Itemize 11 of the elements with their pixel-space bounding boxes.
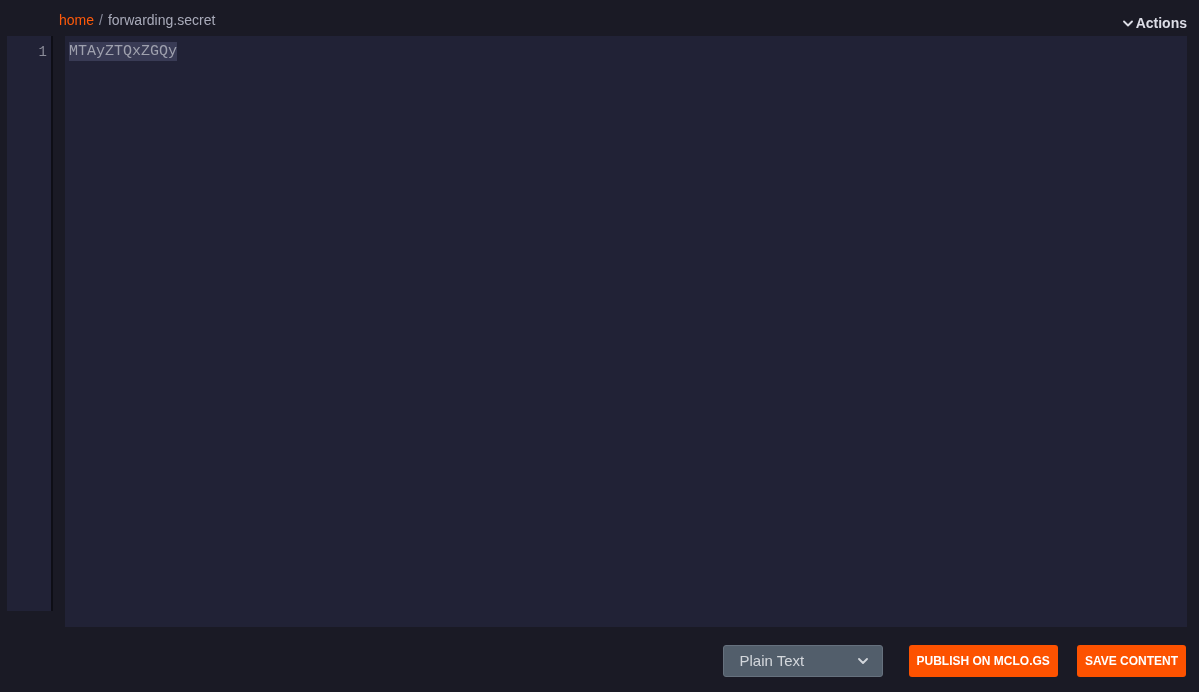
chevron-down-icon (857, 658, 868, 664)
breadcrumb-link[interactable]: home (59, 12, 95, 29)
publish-button[interactable]: PUBLISH ON MCLO.GS (908, 645, 1058, 677)
actions-menu-button[interactable]: Actions (1122, 15, 1187, 32)
line-number: 1 (37, 43, 48, 62)
save-button[interactable]: SAVE CONTENT (1076, 645, 1186, 677)
language-select[interactable]: Plain Text (722, 645, 883, 677)
code-editor[interactable]: MTAyZTQxZGQy (65, 36, 1187, 627)
chevron-down-icon (1122, 20, 1133, 27)
breadcrumb-current: forwarding.secret (107, 12, 216, 29)
breadcrumb-separator: / (99, 12, 103, 29)
